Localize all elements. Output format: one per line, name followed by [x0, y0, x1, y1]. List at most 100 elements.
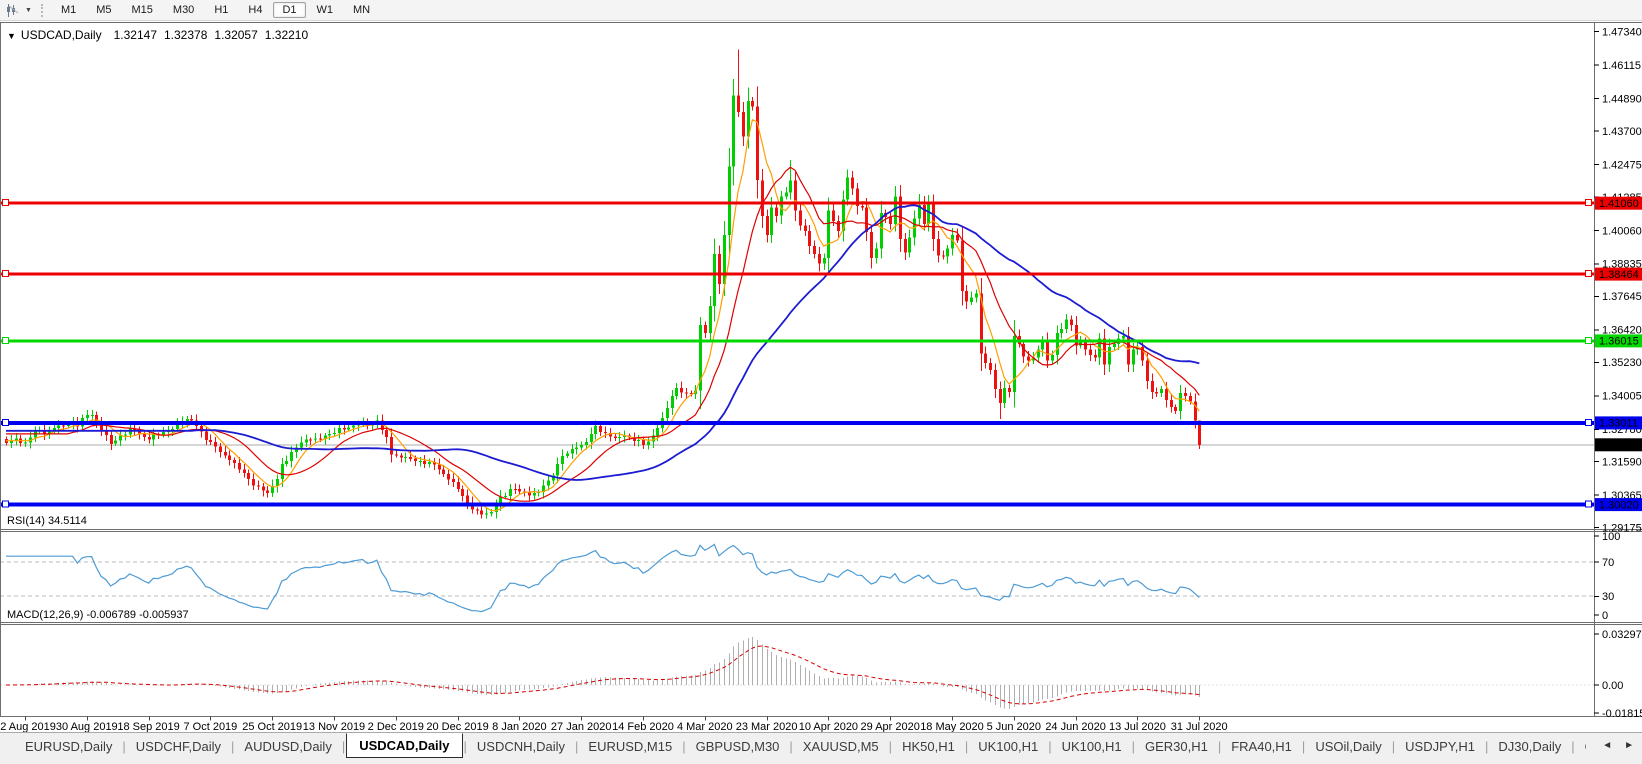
chart-tab-hk50-h1[interactable]: HK50,H1: [893, 736, 964, 757]
tabs-scroll-left-icon[interactable]: ◄: [1602, 740, 1612, 751]
svg-text:4 Mar 2020: 4 Mar 2020: [677, 721, 733, 732]
timeframe-button-m15[interactable]: M15: [123, 2, 162, 18]
timeframe-buttons: M1 M5 M15 M30 H1 H4 D1 W1 MN: [51, 2, 380, 18]
chart-tab-fra40-h1[interactable]: FRA40,H1: [1222, 736, 1301, 757]
chart-tab-usoil-daily[interactable]: USOil,Daily: [1306, 736, 1390, 757]
timeframe-toolbar: ▼ M1 M5 M15 M30 H1 H4 D1 W1 MN: [0, 0, 1642, 21]
chart-tab-eurusd-daily[interactable]: EURUSD,Daily: [16, 736, 121, 757]
svg-text:70: 70: [1602, 557, 1614, 569]
tab-separator: |: [1391, 739, 1396, 754]
tab-separator: |: [122, 739, 126, 754]
svg-text:1.33011: 1.33011: [1599, 418, 1638, 430]
svg-text:1.42475: 1.42475: [1602, 159, 1642, 171]
svg-text:31 Jul 2020: 31 Jul 2020: [1171, 721, 1228, 732]
timeframe-button-h1[interactable]: H1: [205, 2, 237, 18]
chart-tab-audusd-daily[interactable]: AUDUSD,Daily: [235, 736, 340, 757]
rsi-indicator-label: RSI(14) 34.5114: [7, 515, 87, 527]
svg-text:30 Aug 2019: 30 Aug 2019: [56, 721, 118, 732]
svg-text:1.35230: 1.35230: [1602, 357, 1642, 369]
svg-text:2 Dec 2019: 2 Dec 2019: [368, 721, 424, 732]
svg-text:24 Jun 2020: 24 Jun 2020: [1045, 721, 1106, 732]
svg-text:1.43700: 1.43700: [1602, 126, 1642, 138]
svg-text:23 Mar 2020: 23 Mar 2020: [736, 721, 798, 732]
chart-background: [0, 21, 1642, 732]
svg-text:10 Apr 2020: 10 Apr 2020: [799, 721, 858, 732]
ohlc-close: 1.32210: [264, 28, 309, 42]
svg-text:13 Jul 2020: 13 Jul 2020: [1109, 721, 1166, 732]
timeframe-button-w1[interactable]: W1: [308, 2, 343, 18]
chart-tab-dj30-daily[interactable]: DJ30,Daily: [1489, 736, 1570, 757]
symbol-dropdown-icon[interactable]: ▼: [7, 31, 16, 41]
svg-text:14 Feb 2020: 14 Feb 2020: [612, 721, 674, 732]
timeframe-button-m1[interactable]: M1: [52, 2, 85, 18]
tab-separator: |: [888, 739, 893, 754]
svg-text:1.37645: 1.37645: [1602, 291, 1642, 303]
chart-tab-uk100-h1[interactable]: UK100,H1: [969, 736, 1047, 757]
macd-indicator-label: MACD(12,26,9) -0.006789 -0.005937: [7, 609, 189, 621]
svg-text:1.38464: 1.38464: [1599, 269, 1639, 281]
tab-separator: |: [463, 739, 467, 754]
svg-text:0: 0: [1602, 610, 1608, 622]
tab-separator: |: [964, 739, 969, 754]
tab-separator: |: [341, 739, 346, 754]
svg-text:27 Jan 2020: 27 Jan 2020: [551, 721, 612, 732]
svg-text:0.032972: 0.032972: [1602, 629, 1642, 641]
tab-separator: |: [1485, 739, 1489, 754]
svg-text:1.41060: 1.41060: [1599, 198, 1639, 210]
tab-separator: |: [1301, 739, 1306, 754]
chart-tab-xauusd-m5[interactable]: XAUUSD,M5: [794, 736, 888, 757]
chart-type-dropdown-caret[interactable]: ▼: [25, 7, 32, 14]
tab-separator: |: [575, 739, 579, 754]
tab-separator: |: [1131, 739, 1135, 754]
svg-text:25 Oct 2019: 25 Oct 2019: [242, 721, 302, 732]
svg-text:1.36015: 1.36015: [1599, 336, 1639, 348]
svg-text:100: 100: [1602, 531, 1620, 543]
tab-separator: |: [682, 739, 686, 754]
timeframe-button-h4[interactable]: H4: [239, 2, 271, 18]
svg-text:12 Aug 2019: 12 Aug 2019: [0, 721, 56, 732]
svg-text:1.30020: 1.30020: [1599, 499, 1639, 511]
svg-text:-0.018154: -0.018154: [1602, 708, 1642, 720]
svg-text:13 Nov 2019: 13 Nov 2019: [303, 721, 365, 732]
svg-text:1.44890: 1.44890: [1602, 93, 1642, 105]
chart-tab-ger30-h1[interactable]: GER30,H1: [1136, 736, 1217, 757]
timeframe-button-mn[interactable]: MN: [344, 2, 379, 18]
timeframe-button-m5[interactable]: M5: [87, 2, 120, 18]
chart-tab-gbpusd-m30[interactable]: GBPUSD,M30: [687, 736, 789, 757]
tab-separator: |: [1048, 739, 1052, 754]
chart-canvas[interactable]: 1.473401.461151.448901.437001.424751.412…: [0, 21, 1642, 732]
svg-text:0.00: 0.00: [1602, 680, 1623, 692]
ohlc-low: 1.32057: [214, 28, 258, 42]
svg-text:5 Jun 2020: 5 Jun 2020: [987, 721, 1041, 732]
tab-separator: |: [1571, 739, 1575, 754]
tab-separator: |: [1217, 739, 1222, 754]
tabs-scroll-right-icon[interactable]: ►: [1624, 740, 1634, 751]
chart-type-icon[interactable]: [4, 3, 22, 17]
timeframe-button-m30[interactable]: M30: [164, 2, 203, 18]
svg-text:1.34005: 1.34005: [1602, 391, 1642, 403]
chart-tab-usdchf-daily[interactable]: USDCHF,Daily: [127, 736, 230, 757]
chart-tab-bar: EURUSD,Daily | USDCHF,Daily | AUDUSD,Daily | U…: [0, 732, 1642, 764]
svg-text:7 Oct 2019: 7 Oct 2019: [183, 721, 237, 732]
chart-tabs: EURUSD,Daily | USDCHF,Daily | AUDUSD,Daily | U…: [16, 733, 1586, 760]
chart-tab-uk100-h1[interactable]: UK100,H1: [1053, 736, 1131, 757]
timeframe-button-d1[interactable]: D1: [273, 2, 306, 18]
svg-text:18 May 2020: 18 May 2020: [920, 721, 984, 732]
svg-text:20 Dec 2019: 20 Dec 2019: [426, 721, 488, 732]
tab-separator: |: [789, 739, 793, 754]
svg-text:29 Apr 2020: 29 Apr 2020: [861, 721, 920, 732]
chart-title: ▼ USDCAD,Daily 1.32147 1.32378 1.32057 1.3221…: [7, 28, 315, 42]
svg-text:1.40060: 1.40060: [1602, 225, 1642, 237]
svg-text:1.31590: 1.31590: [1602, 457, 1642, 469]
ohlc-open: 1.32147: [113, 28, 157, 42]
chart-tab-usdjpy-h1[interactable]: USDJPY,H1: [1396, 736, 1484, 757]
svg-text:1.32210: 1.32210: [1599, 440, 1639, 452]
chart-tab-eurusd-m15[interactable]: EURUSD,M15: [579, 736, 681, 757]
svg-text:30: 30: [1602, 591, 1614, 603]
chart-tab-china300-h4[interactable]: CHINA300,H4: [1576, 736, 1586, 757]
chart-tab-usdcad-daily[interactable]: USDCAD,Daily: [346, 733, 463, 758]
chart-tab-usdcnh-daily[interactable]: USDCNH,Daily: [468, 736, 574, 757]
svg-text:18 Sep 2019: 18 Sep 2019: [117, 721, 179, 732]
tab-separator: |: [231, 739, 235, 754]
chart-window: 1.473401.461151.448901.437001.424751.412…: [0, 21, 1642, 732]
